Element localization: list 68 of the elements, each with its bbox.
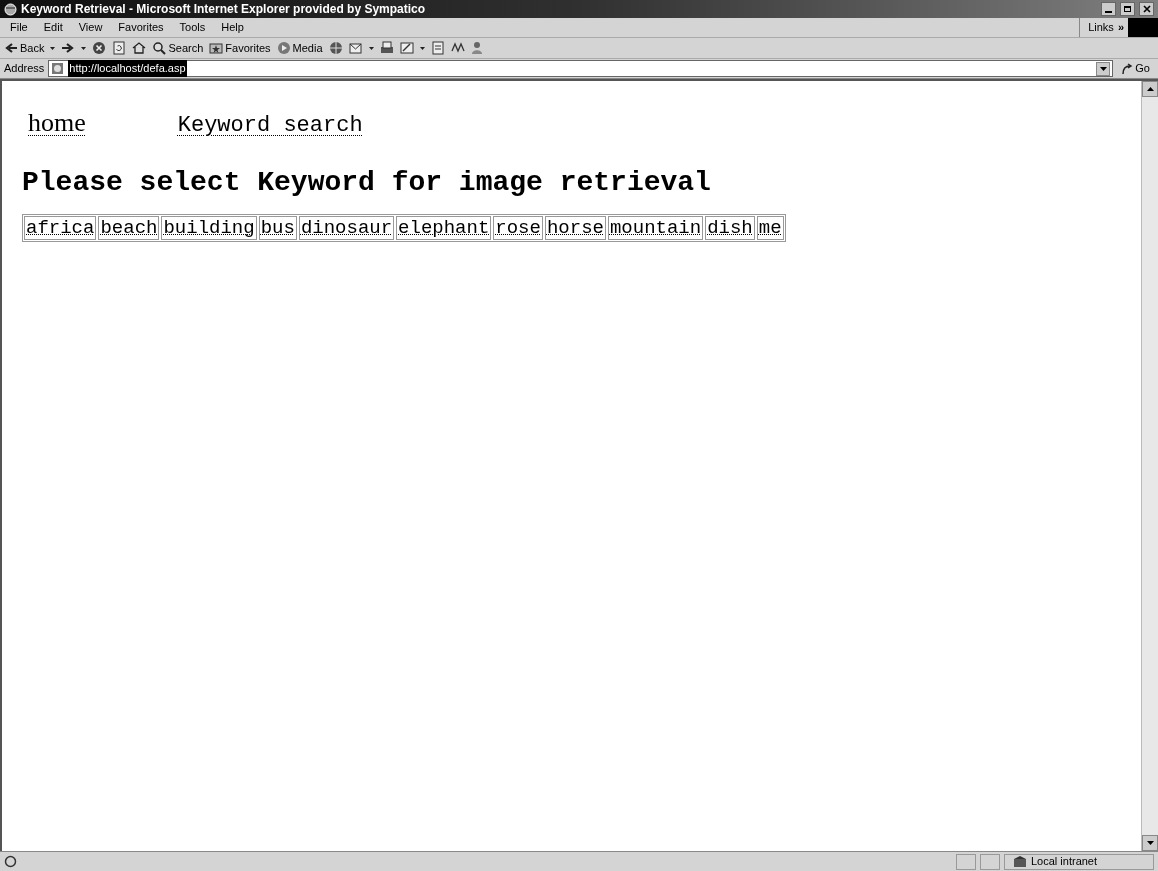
dropdown-arrow-icon[interactable] (368, 46, 374, 50)
toolbar-icon[interactable] (450, 41, 465, 55)
scroll-down-button[interactable] (1142, 835, 1158, 851)
close-icon (1142, 5, 1151, 13)
scroll-up-button[interactable] (1142, 81, 1158, 97)
menu-item[interactable]: Favorites (112, 19, 170, 36)
close-button[interactable] (1139, 2, 1154, 16)
person-icon[interactable] (470, 41, 485, 55)
dropdown-arrow-icon[interactable] (419, 46, 425, 50)
keyword-link[interactable]: dish (705, 216, 755, 240)
minimize-button[interactable] (1101, 2, 1116, 16)
go-arrow-icon (1121, 62, 1134, 75)
status-panel (980, 853, 1000, 870)
forward-arrow-icon[interactable] (61, 41, 76, 55)
intranet-icon (1013, 855, 1027, 868)
search-icon (152, 41, 167, 55)
page-icon (51, 62, 65, 75)
stop-icon[interactable] (92, 41, 107, 55)
nav-link[interactable]: Keyword search (177, 109, 363, 142)
status-page-icon (4, 855, 17, 868)
links-label[interactable]: Links (1088, 19, 1114, 36)
media-icon (276, 41, 291, 55)
keyword-link[interactable]: dinosaur (298, 216, 395, 240)
status-panel (956, 853, 976, 870)
menu-item[interactable]: File (4, 19, 34, 36)
dropdown-arrow-icon[interactable] (50, 46, 56, 50)
dropdown-button[interactable] (1096, 61, 1111, 76)
keyword-link[interactable]: mountain (607, 216, 704, 240)
keyword-link[interactable]: rose (493, 216, 543, 240)
toolbar-button[interactable]: Favorites (209, 39, 271, 57)
menu-item[interactable]: Tools (173, 19, 212, 36)
chevron-button[interactable]: » (1117, 19, 1124, 36)
address-label: Address (4, 61, 45, 77)
dropdown-arrow-icon[interactable] (81, 46, 87, 50)
zone-label: Local intranet (1031, 854, 1098, 870)
keyword-link[interactable]: bus (258, 216, 297, 240)
keyword-link[interactable]: elephant (396, 216, 492, 240)
toolbar-button[interactable]: Media (276, 39, 323, 57)
edit-icon[interactable] (399, 41, 414, 55)
throbber-logo (1128, 18, 1158, 37)
keyword-link[interactable]: beach (98, 216, 160, 240)
home-icon[interactable] (132, 41, 147, 55)
up-arrow-icon (1146, 87, 1154, 91)
restore-button[interactable] (1120, 2, 1135, 16)
document-icon[interactable] (430, 41, 445, 55)
globe-icon[interactable] (328, 41, 343, 55)
address-field[interactable]: http://localhost/defa.asp (48, 60, 1114, 77)
nav-link[interactable]: home (28, 103, 86, 142)
go-button[interactable]: Go (1117, 60, 1154, 77)
window-title: Keyword Retrieval - Microsoft Internet Explorer provided by Sympatico (21, 1, 426, 18)
caret-icon (1099, 66, 1107, 71)
keyword-link[interactable]: building (161, 216, 257, 240)
toolbar-button[interactable]: Back (4, 39, 45, 57)
page-heading: Please select Keyword for image retrieval (22, 166, 712, 200)
keyword-link[interactable]: horse (544, 216, 606, 240)
scrollbar[interactable] (1141, 81, 1158, 851)
keyword-link[interactable]: africa (24, 216, 97, 240)
refresh-icon[interactable] (112, 41, 127, 55)
keyword-link[interactable]: me (756, 216, 784, 240)
back-arrow-icon (4, 41, 18, 55)
printer-icon[interactable] (379, 41, 394, 55)
menu-item[interactable]: Help (215, 19, 250, 36)
menu-item[interactable]: Edit (37, 19, 69, 36)
toolbar-button[interactable]: Search (152, 39, 204, 57)
browser-icon (4, 2, 17, 16)
menu-item[interactable]: View (72, 19, 109, 36)
down-arrow-icon (1146, 841, 1154, 845)
mail-icon[interactable] (348, 41, 363, 55)
